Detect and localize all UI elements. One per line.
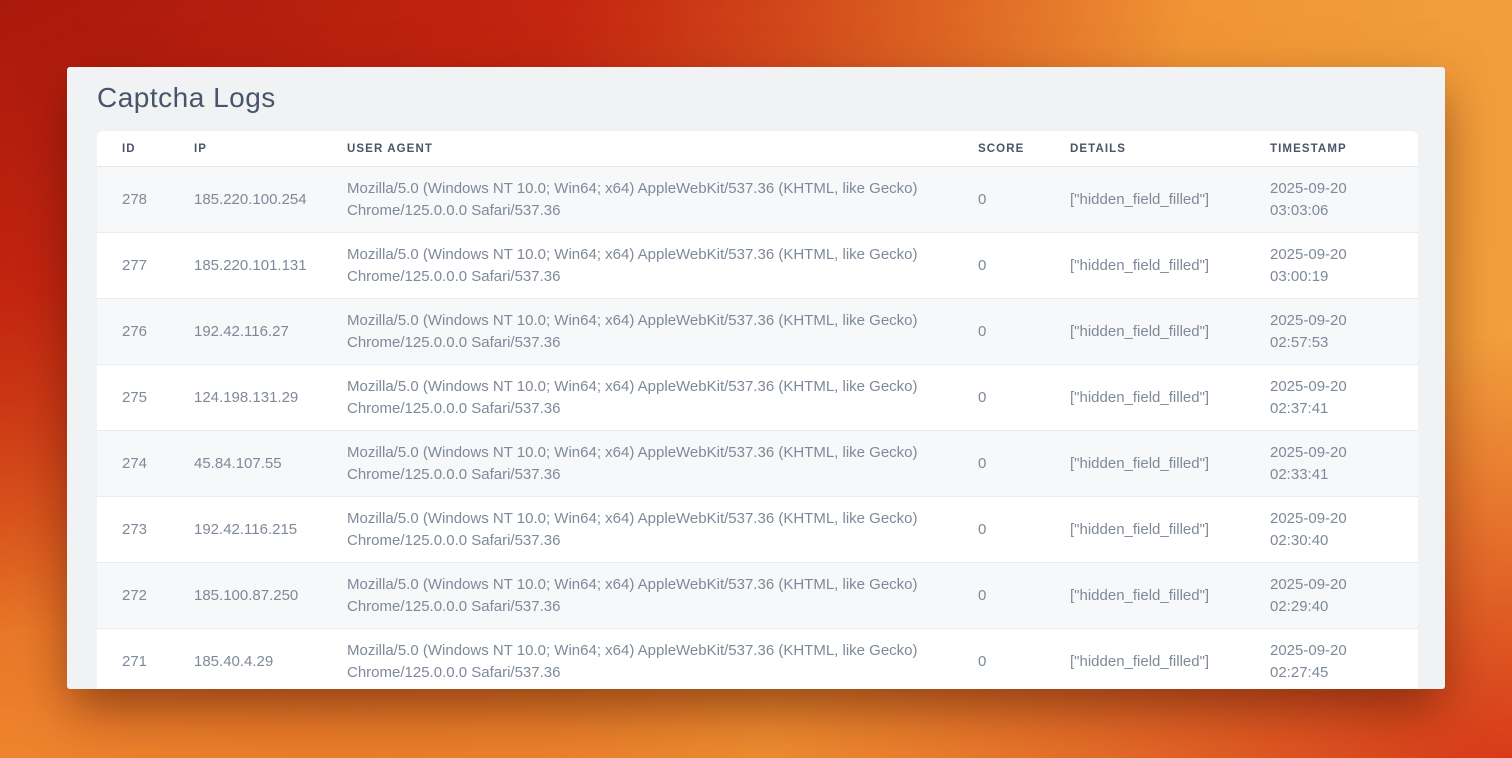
log-id: 275 (97, 365, 194, 431)
log-timestamp: 2025-09-20 02:37:41 (1270, 365, 1418, 431)
column-header-timestamp: TIMESTAMP (1270, 131, 1418, 167)
log-details: ["hidden_field_filled"] (1070, 431, 1270, 497)
log-user-agent: Mozilla/5.0 (Windows NT 10.0; Win64; x64… (347, 497, 978, 563)
log-ip: 124.198.131.29 (194, 365, 347, 431)
log-timestamp: 2025-09-20 03:00:19 (1270, 233, 1418, 299)
log-row: 273 192.42.116.215 Mozilla/5.0 (Windows … (97, 497, 1418, 563)
log-timestamp: 2025-09-20 02:29:40 (1270, 563, 1418, 629)
log-row: 278 185.220.100.254 Mozilla/5.0 (Windows… (97, 167, 1418, 233)
log-row: 275 124.198.131.29 Mozilla/5.0 (Windows … (97, 365, 1418, 431)
log-details: ["hidden_field_filled"] (1070, 167, 1270, 233)
log-details: ["hidden_field_filled"] (1070, 497, 1270, 563)
log-ip: 185.220.101.131 (194, 233, 347, 299)
table-header: ID IP USER AGENT SCORE DETAILS TIMESTAMP (97, 131, 1418, 167)
log-id: 271 (97, 629, 194, 690)
log-score: 0 (978, 497, 1070, 563)
log-user-agent: Mozilla/5.0 (Windows NT 10.0; Win64; x64… (347, 629, 978, 690)
log-score: 0 (978, 299, 1070, 365)
captcha-logs-card: Captcha Logs ID IP USER AGENT SCORE DETA… (67, 67, 1445, 689)
log-details: ["hidden_field_filled"] (1070, 563, 1270, 629)
column-header-ip: IP (194, 131, 347, 167)
log-timestamp: 2025-09-20 02:33:41 (1270, 431, 1418, 497)
log-timestamp: 2025-09-20 02:57:53 (1270, 299, 1418, 365)
page-title: Captcha Logs (97, 82, 1418, 114)
log-user-agent: Mozilla/5.0 (Windows NT 10.0; Win64; x64… (347, 299, 978, 365)
log-details: ["hidden_field_filled"] (1070, 365, 1270, 431)
column-header-user-agent: USER AGENT (347, 131, 978, 167)
log-row: 271 185.40.4.29 Mozilla/5.0 (Windows NT … (97, 629, 1418, 690)
table-body: 278 185.220.100.254 Mozilla/5.0 (Windows… (97, 167, 1418, 690)
column-header-details: DETAILS (1070, 131, 1270, 167)
log-timestamp: 2025-09-20 03:03:06 (1270, 167, 1418, 233)
log-user-agent: Mozilla/5.0 (Windows NT 10.0; Win64; x64… (347, 233, 978, 299)
log-id: 272 (97, 563, 194, 629)
log-ip: 45.84.107.55 (194, 431, 347, 497)
log-user-agent: Mozilla/5.0 (Windows NT 10.0; Win64; x64… (347, 431, 978, 497)
log-row: 277 185.220.101.131 Mozilla/5.0 (Windows… (97, 233, 1418, 299)
log-score: 0 (978, 167, 1070, 233)
log-id: 278 (97, 167, 194, 233)
log-timestamp: 2025-09-20 02:30:40 (1270, 497, 1418, 563)
log-details: ["hidden_field_filled"] (1070, 629, 1270, 690)
log-score: 0 (978, 233, 1070, 299)
log-score: 0 (978, 431, 1070, 497)
log-row: 276 192.42.116.27 Mozilla/5.0 (Windows N… (97, 299, 1418, 365)
log-details: ["hidden_field_filled"] (1070, 233, 1270, 299)
log-ip: 185.220.100.254 (194, 167, 347, 233)
column-header-score: SCORE (978, 131, 1070, 167)
log-user-agent: Mozilla/5.0 (Windows NT 10.0; Win64; x64… (347, 563, 978, 629)
log-user-agent: Mozilla/5.0 (Windows NT 10.0; Win64; x64… (347, 365, 978, 431)
column-header-id: ID (97, 131, 194, 167)
log-id: 276 (97, 299, 194, 365)
log-row: 272 185.100.87.250 Mozilla/5.0 (Windows … (97, 563, 1418, 629)
log-score: 0 (978, 629, 1070, 690)
log-ip: 192.42.116.27 (194, 299, 347, 365)
log-score: 0 (978, 563, 1070, 629)
log-user-agent: Mozilla/5.0 (Windows NT 10.0; Win64; x64… (347, 167, 978, 233)
log-timestamp: 2025-09-20 02:27:45 (1270, 629, 1418, 690)
log-ip: 185.100.87.250 (194, 563, 347, 629)
log-id: 273 (97, 497, 194, 563)
log-id: 277 (97, 233, 194, 299)
log-row: 274 45.84.107.55 Mozilla/5.0 (Windows NT… (97, 431, 1418, 497)
log-details: ["hidden_field_filled"] (1070, 299, 1270, 365)
captcha-logs-table: ID IP USER AGENT SCORE DETAILS TIMESTAMP… (97, 131, 1418, 689)
log-id: 274 (97, 431, 194, 497)
log-ip: 185.40.4.29 (194, 629, 347, 690)
log-ip: 192.42.116.215 (194, 497, 347, 563)
log-score: 0 (978, 365, 1070, 431)
